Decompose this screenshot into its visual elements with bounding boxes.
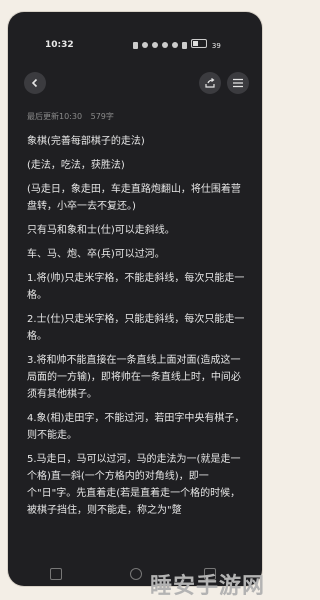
paragraph: 2.士(仕)只走米字格，只能走斜线，每次只能走一格。 (27, 314, 245, 342)
last-updated: 最后更新10:30 (27, 112, 83, 121)
status-time: 10:32 (45, 40, 74, 50)
paragraph: 1.将(帅)只走米字格，不能走斜线，每次只能走一格。 (27, 273, 245, 301)
back-button[interactable] (24, 72, 46, 94)
battery-percent: 39 (211, 42, 221, 50)
status-icons: 39 (133, 39, 221, 51)
share-icon (205, 78, 215, 88)
moon-icon (152, 42, 158, 48)
battery-icon (191, 39, 207, 48)
site-watermark: 睡安手游网 (150, 574, 266, 599)
paragraph: 5.马走日，马可以过河，马的走法为一(就是走一个格)直一斜(一个方格内的对角线)… (27, 454, 241, 516)
signal-icon (182, 41, 187, 49)
paragraph: 只有马和象和士(仕)可以走斜线。 (27, 225, 175, 236)
nav-home-icon[interactable] (130, 568, 142, 580)
paragraph: 4.象(相)走田字，不能过河，若田字中央有棋子，则不能走。 (27, 413, 245, 441)
alarm-icon (162, 42, 168, 48)
phone-screen: 10:32 39 最后更新10:30 579字 象棋(完善每部棋子的走法) (走… (8, 12, 262, 586)
status-bar: 10:32 39 (8, 12, 262, 50)
note-content[interactable]: 象棋(完善每部棋子的走法) (走法，吃法，获胜法) (马走日，象走田，车走直路炮… (27, 133, 249, 526)
word-count: 579字 (90, 112, 114, 121)
wifi-icon (172, 42, 178, 48)
menu-button[interactable] (227, 72, 249, 94)
sim-icon (133, 41, 138, 49)
paragraph: 车、马、炮、卒(兵)可以过河。 (27, 249, 165, 260)
nav-back-icon[interactable] (50, 568, 62, 580)
battery-indicator: 39 (191, 39, 221, 51)
chevron-left-icon (31, 78, 38, 88)
paragraph: 象棋(完善每部棋子的走法) (27, 136, 145, 147)
hamburger-menu-icon (233, 78, 243, 88)
note-meta: 最后更新10:30 579字 (27, 111, 120, 122)
paragraph: 3.将和帅不能直接在一条直线上面对面(造成这一局面的一方输)，即将帅在一条直线上… (27, 355, 241, 400)
paragraph: (马走日，象走田，车走直路炮翻山，将仕围着营盘转，小卒一去不复还。) (27, 184, 241, 212)
paragraph: (走法，吃法，获胜法) (27, 160, 125, 171)
share-button[interactable] (199, 72, 221, 94)
notification-icon (142, 42, 148, 48)
